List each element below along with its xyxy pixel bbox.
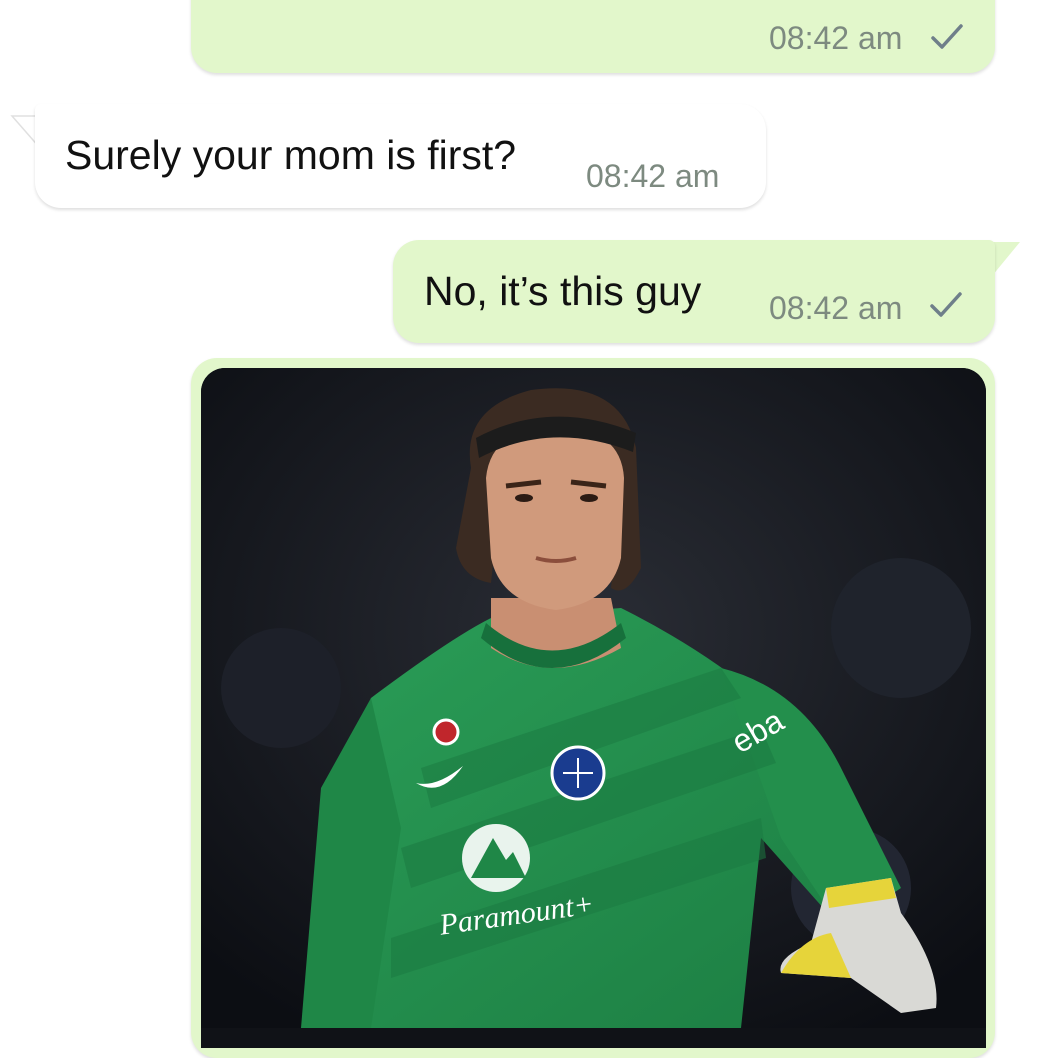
incoming-message-bubble[interactable]: Surely your mom is first? 08:42 am — [35, 104, 766, 208]
sent-check-icon — [930, 292, 962, 317]
goalkeeper-photo[interactable]: Paramount+ eba — [201, 368, 986, 1048]
message-timestamp: 08:42 am — [769, 290, 903, 326]
outgoing-message-bubble[interactable]: 08:42 am — [191, 0, 995, 73]
message-timestamp: 08:42 am — [586, 158, 720, 194]
sent-check-icon — [931, 24, 963, 49]
message-text: No, it’s this guy — [424, 268, 702, 314]
message-timestamp: 08:42 am — [769, 20, 903, 56]
outgoing-message-bubble[interactable]: No, it’s this guy 08:42 am — [393, 240, 995, 343]
message-text: Surely your mom is first? — [65, 132, 517, 178]
